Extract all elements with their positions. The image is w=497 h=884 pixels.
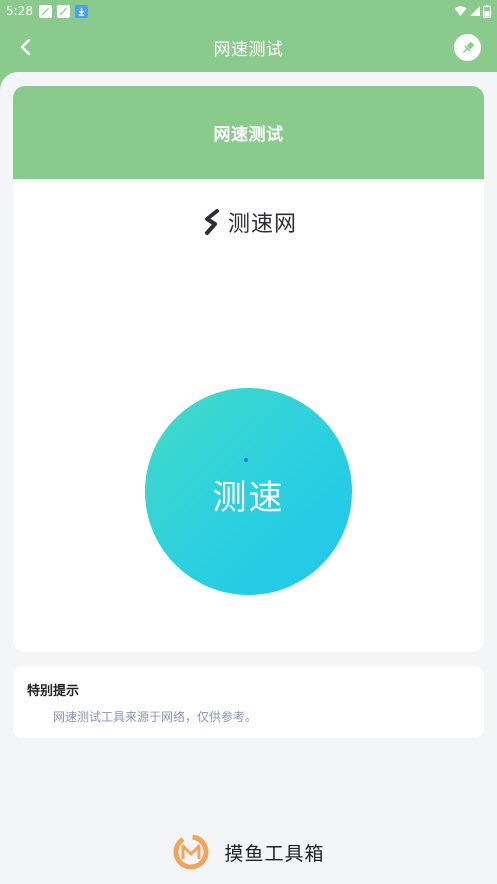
status-bar: 5:28	[0, 0, 497, 22]
pin-button[interactable]	[454, 34, 481, 61]
status-time: 5:28	[6, 4, 33, 18]
tip-text: 网速测试工具来源于网络，仅供参考。	[53, 710, 258, 724]
app-title: 网速测试	[213, 39, 284, 60]
pin-icon	[462, 41, 474, 53]
speed-test-card: 网速测试 测速网 测速	[13, 86, 484, 652]
tip-card: 特别提示 网速测试工具来源于网络，仅供参考。	[13, 666, 484, 738]
back-arrow-icon	[20, 38, 31, 56]
card-header: 网速测试	[13, 86, 484, 179]
battery-icon	[483, 4, 491, 18]
wifi-icon	[454, 6, 467, 16]
start-button-label: 测速	[212, 478, 285, 518]
speedtest-logo-icon	[204, 209, 219, 235]
edit-icon	[38, 4, 52, 18]
app-logo-icon	[173, 834, 209, 870]
signal-icon	[470, 6, 480, 16]
footer-app-name: 摸鱼工具箱	[224, 842, 325, 865]
back-button[interactable]	[10, 32, 40, 62]
app-bar: 网速测试	[0, 22, 497, 72]
indicator-dot	[244, 458, 248, 462]
status-right-icons	[454, 4, 491, 18]
download-icon	[74, 4, 88, 18]
card-title: 网速测试	[213, 125, 284, 145]
brand-name: 测速网	[227, 212, 297, 237]
tip-title: 特别提示	[27, 684, 80, 699]
start-speed-test-button[interactable]: 测速	[145, 388, 352, 595]
edit-icon	[56, 4, 70, 18]
brand: 测速网	[13, 206, 484, 238]
footer-brand: 摸鱼工具箱	[0, 830, 497, 874]
